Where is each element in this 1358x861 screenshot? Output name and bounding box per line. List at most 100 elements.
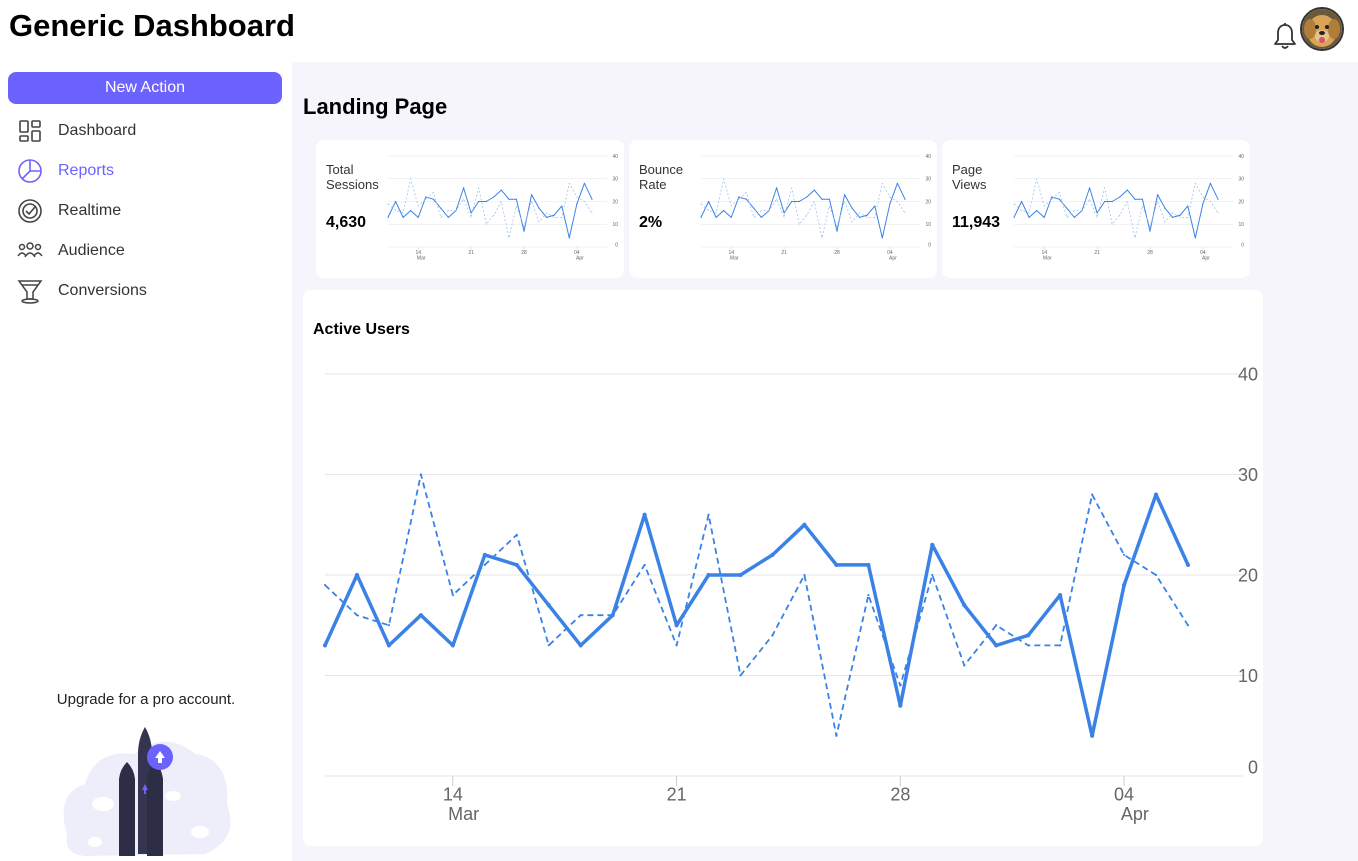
data-point <box>578 643 583 648</box>
x-tick-label: 28 <box>1147 250 1153 256</box>
y-tick-label: 40 <box>925 154 931 160</box>
new-action-button[interactable]: New Action <box>8 72 282 104</box>
data-point <box>889 196 891 198</box>
data-point <box>419 473 422 476</box>
sidebar-item-dashboard[interactable]: Dashboard <box>17 116 277 146</box>
data-point <box>508 237 510 239</box>
data-point <box>828 198 831 200</box>
data-point <box>963 664 966 667</box>
data-point <box>821 237 823 239</box>
data-point <box>707 513 710 516</box>
data-point <box>523 226 525 228</box>
bell-icon[interactable] <box>1272 22 1298 50</box>
data-point <box>771 634 774 637</box>
data-point <box>1202 203 1204 205</box>
data-point <box>561 216 563 218</box>
data-point <box>1088 187 1091 189</box>
data-point <box>432 191 434 193</box>
data-point <box>866 562 871 568</box>
data-point <box>1194 237 1196 239</box>
funnel-icon <box>17 278 43 304</box>
upgrade-link[interactable]: Upgrade <box>57 691 115 708</box>
data-point <box>1104 200 1106 203</box>
data-point <box>394 200 397 203</box>
data-point <box>723 178 725 180</box>
x-tick-label: 04 <box>1114 784 1134 804</box>
data-point <box>700 203 702 205</box>
x-tick-label: 28 <box>890 784 910 804</box>
data-point <box>806 196 808 198</box>
data-point <box>835 734 838 737</box>
data-point <box>1111 200 1113 203</box>
data-point <box>1164 207 1166 209</box>
data-point <box>1119 214 1121 216</box>
data-point <box>1090 733 1095 738</box>
data-point <box>1058 191 1060 193</box>
data-point <box>1058 593 1063 598</box>
data-point <box>1036 178 1038 180</box>
x-tick-label: 21 <box>468 250 474 256</box>
data-point <box>1149 230 1151 232</box>
data-point <box>753 207 755 209</box>
data-point <box>675 644 678 647</box>
x-tick-sublabel: Apr <box>1202 255 1210 261</box>
kpi-sparkline: 01020304014Mar21 28 04Apr <box>1013 154 1244 261</box>
data-point <box>896 182 899 184</box>
data-point <box>851 207 853 209</box>
data-point <box>1164 221 1166 223</box>
data-point <box>1179 214 1181 216</box>
data-point <box>493 196 495 198</box>
kpi-card-bounce-rate[interactable]: Bounce Rate 2% 0 10 20 30 40 14 Mar 21 28 04 Apr <box>629 140 937 278</box>
data-point <box>417 216 419 219</box>
data-point <box>738 572 743 578</box>
data-point <box>1013 203 1015 205</box>
data-point <box>706 572 711 578</box>
x-tick-sublabel: Mar <box>448 804 479 824</box>
data-point <box>803 573 806 577</box>
data-point <box>700 216 702 219</box>
main-content: Landing Page Total Sessions 4,630 0 10 20 3… <box>292 62 1358 861</box>
kpi-card-page-views[interactable]: Page Views 11,943 0 10 20 30 40 14 Mar 21 28 04 Ap… <box>942 140 1250 278</box>
data-point <box>450 643 455 648</box>
data-point <box>802 522 807 527</box>
data-point <box>899 684 902 687</box>
data-point <box>478 187 480 189</box>
data-point <box>483 563 486 567</box>
data-point <box>881 182 883 184</box>
avatar[interactable] <box>1300 7 1344 51</box>
data-point <box>455 210 457 212</box>
data-point <box>1202 196 1204 198</box>
data-point <box>1141 198 1144 200</box>
active-users-chart[interactable]: 0 10 20 30 40 14Mar 21 28 04Apr <box>303 350 1263 840</box>
data-point <box>1043 216 1045 219</box>
sidebar-item-reports[interactable]: Reports <box>17 156 277 186</box>
app-title: Generic Dashboard <box>9 8 295 43</box>
data-point <box>440 207 442 209</box>
data-point <box>745 198 747 200</box>
kpi-card-total-sessions[interactable]: Total Sessions 4,630 0 10 20 30 40 14 Mar 21 28 0… <box>316 140 624 278</box>
check-circle-icon <box>17 198 43 224</box>
y-tick-label: 10 <box>1238 666 1258 686</box>
series-line-dashed <box>1013 178 1219 239</box>
data-point <box>546 603 551 608</box>
data-point <box>322 643 328 648</box>
data-point <box>1043 205 1045 207</box>
sidebar-item-realtime[interactable]: Realtime <box>17 196 277 226</box>
x-tick-sublabel: Apr <box>1121 804 1149 824</box>
data-point <box>1194 182 1196 184</box>
data-point <box>546 212 548 214</box>
data-point <box>1073 210 1075 212</box>
sidebar-item-conversions[interactable]: Conversions <box>17 276 277 306</box>
data-point <box>723 210 725 212</box>
kpi-value: 2% <box>639 214 663 231</box>
sidebar-item-audience[interactable]: Audience <box>17 236 277 266</box>
data-point <box>568 182 570 184</box>
data-point <box>994 643 999 648</box>
series-line-dashed <box>324 473 1189 737</box>
y-tick-label: 30 <box>1238 465 1258 485</box>
series-line-dashed <box>387 178 593 239</box>
data-point <box>775 187 778 189</box>
sidebar-item-label: Reports <box>58 162 115 179</box>
data-point <box>738 198 740 200</box>
data-point <box>523 230 525 232</box>
